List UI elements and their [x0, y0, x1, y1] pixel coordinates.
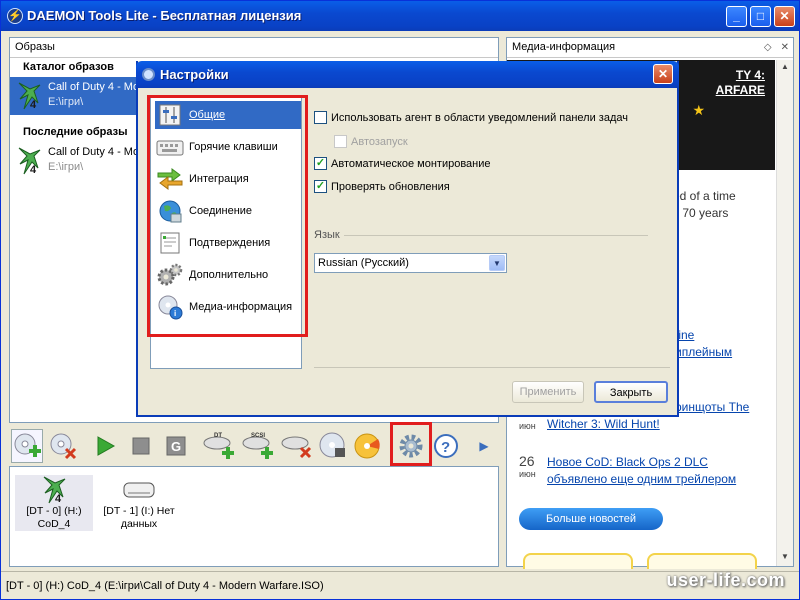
- automount-label: Автоматическое монтирование: [331, 157, 491, 170]
- settings-titlebar[interactable]: Настройки ✕: [136, 61, 679, 88]
- language-select[interactable]: Russian (Русский) ▼: [314, 253, 507, 273]
- game-description: ed of a time s 70 years: [673, 189, 736, 220]
- check-updates-label: Проверять обновления: [331, 180, 450, 193]
- close-button[interactable]: ✕: [774, 6, 795, 27]
- remove-image-button[interactable]: [47, 429, 79, 463]
- news-link-partial-2[interactable]: иплейным: [675, 345, 732, 359]
- check-updates-checkbox[interactable]: ✓: [314, 180, 327, 193]
- add-image-icon: [14, 433, 41, 457]
- apply-button[interactable]: Применить: [512, 381, 584, 403]
- app-title: DAEMON Tools Lite - Бесплатная лицензия: [27, 8, 302, 23]
- add-dt-drive-button[interactable]: DT: [202, 429, 238, 463]
- refresh-button[interactable]: G: [160, 429, 192, 463]
- svg-text:G: G: [171, 439, 181, 454]
- pin-icon[interactable]: ◇: [764, 39, 772, 57]
- news-date-2: 26 июн: [519, 453, 536, 479]
- news-link-1[interactable]: Witcher 3: Wild Hunt!: [547, 417, 660, 431]
- remove-drive-icon: [281, 436, 312, 459]
- virtual-drives-area: 4 [DT - 0] (H:) CoD_4 [DT - 1] (I:) Нет …: [9, 466, 499, 567]
- svg-text:4: 4: [55, 493, 62, 505]
- automount-checkbox[interactable]: ✓: [314, 157, 327, 170]
- settings-dialog: Настройки ✕ Общие Горячие клавиши Интегр…: [136, 61, 679, 417]
- remove-image-icon: [50, 433, 77, 460]
- tray-agent-checkbox[interactable]: [314, 111, 327, 124]
- drive-dt1-label: [DT - 1] (I:) Нет данных: [103, 505, 175, 530]
- option-tray-agent[interactable]: Использовать агент в области уведомлений…: [314, 111, 628, 124]
- dt-tag: DT: [214, 433, 222, 439]
- media-info-title: Медиа-информация: [512, 41, 616, 53]
- autostart-checkbox: [334, 135, 347, 148]
- add-dt-drive-icon: DT: [203, 433, 234, 459]
- main-titlebar[interactable]: ⚡ DAEMON Tools Lite - Бесплатная лицензи…: [1, 1, 799, 31]
- drive-dt0[interactable]: 4 [DT - 0] (H:) CoD_4: [15, 475, 93, 531]
- news-month: июн: [519, 469, 536, 479]
- stop-button[interactable]: [125, 429, 157, 463]
- media-info-header: Медиа-информация ◇ ✕: [507, 38, 793, 58]
- scroll-up-icon[interactable]: ▲: [779, 62, 791, 72]
- empty-drive-icon: [123, 482, 155, 498]
- settings-close-button[interactable]: ✕: [653, 64, 673, 84]
- stop-icon: [132, 437, 150, 455]
- yellow-button-2[interactable]: [647, 553, 757, 569]
- disc-write-icon: [319, 432, 345, 458]
- news-day: 26: [519, 453, 535, 469]
- svg-text:4: 4: [30, 99, 37, 111]
- add-scsi-drive-icon: SCSI: [242, 433, 273, 459]
- drive-dt1[interactable]: [DT - 1] (I:) Нет данных: [100, 475, 178, 531]
- game-title-link[interactable]: TY 4: ARFARE: [716, 68, 765, 98]
- media-scrollbar[interactable]: ▲ ▼: [776, 60, 793, 566]
- refresh-icon: G: [166, 436, 186, 456]
- close-pane-icon[interactable]: ✕: [781, 39, 789, 57]
- chevron-down-icon[interactable]: ▼: [489, 255, 505, 271]
- scroll-down-icon[interactable]: ▼: [779, 552, 791, 562]
- images-header: Образы: [10, 38, 498, 58]
- yellow-button-1[interactable]: [523, 553, 633, 569]
- svg-text:4: 4: [30, 164, 37, 176]
- news-link-2[interactable]: Новое CoD: Black Ops 2 DLC объявлено еще…: [547, 454, 736, 488]
- help-glyph: ?: [441, 439, 450, 456]
- drive-dt0-label: [DT - 0] (H:) CoD_4: [26, 505, 82, 530]
- write-disc-button[interactable]: [317, 429, 349, 463]
- add-scsi-drive-button[interactable]: SCSI: [241, 429, 277, 463]
- burn-disc-icon: [354, 433, 380, 459]
- settings-highlight: [390, 422, 432, 466]
- help-icon: ?: [434, 434, 458, 458]
- more-tools-icon[interactable]: ▶: [475, 429, 493, 463]
- settings-title-icon: [142, 68, 155, 81]
- remove-drive-button[interactable]: [280, 429, 316, 463]
- main-window: ⚡ DAEMON Tools Lite - Бесплатная лицензи…: [0, 0, 800, 600]
- cod4-icon: 4: [43, 476, 66, 505]
- maximize-button[interactable]: □: [750, 6, 771, 27]
- star-icon: ★: [692, 102, 705, 118]
- watermark-text: user-life.com: [666, 570, 785, 590]
- add-image-button[interactable]: [11, 429, 43, 463]
- news-date-1: июн: [519, 421, 536, 431]
- option-check-updates[interactable]: ✓ Проверять обновления: [314, 180, 450, 193]
- language-value: Russian (Русский): [318, 257, 409, 269]
- more-news-button[interactable]: Больше новостей: [519, 508, 663, 530]
- tray-agent-label: Использовать агент в области уведомлений…: [331, 111, 628, 124]
- buttons-separator: [314, 367, 670, 368]
- language-separator: [344, 235, 648, 236]
- cod4-icon: 4: [18, 147, 41, 176]
- settings-title: Настройки: [160, 67, 229, 82]
- daemon-tools-icon: ⚡: [7, 8, 23, 24]
- scsi-tag: SCSI: [251, 433, 265, 439]
- autostart-label: Автозапуск: [351, 135, 408, 148]
- language-label: Язык: [314, 229, 340, 241]
- cod4-icon: 4: [18, 82, 41, 111]
- option-autostart: Автозапуск: [334, 135, 408, 148]
- burn-disc-button[interactable]: [351, 429, 383, 463]
- play-button[interactable]: [89, 429, 121, 463]
- categories-highlight: [147, 95, 308, 337]
- news-month: июн: [519, 421, 536, 431]
- news-link-partial-3[interactable]: ринщоты The: [675, 400, 749, 414]
- close-settings-button[interactable]: Закрыть: [594, 381, 668, 403]
- play-icon: [97, 436, 116, 456]
- help-button[interactable]: ?: [430, 429, 462, 463]
- option-automount[interactable]: ✓ Автоматическое монтирование: [314, 157, 491, 170]
- minimize-button[interactable]: _: [726, 6, 747, 27]
